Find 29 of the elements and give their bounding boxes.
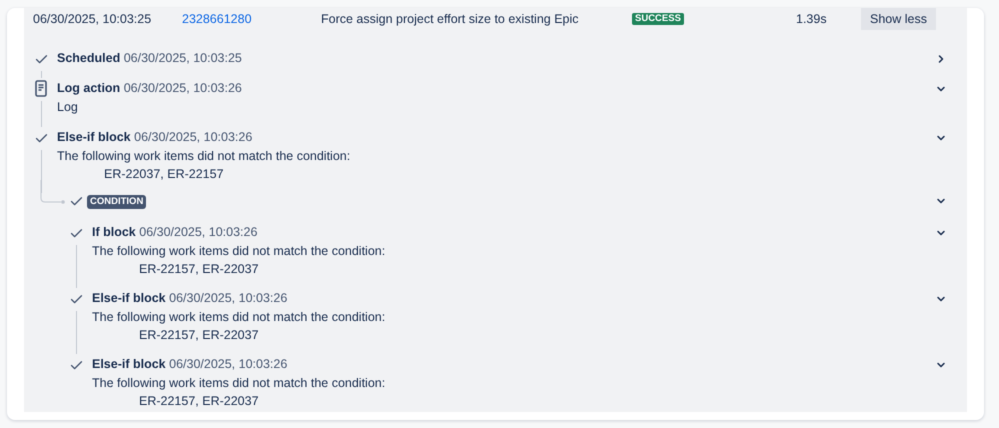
step-message: The following work items did not match the condition: [57,148,350,165]
step-time: 06/30/2025, 10:03:26 [169,357,288,371]
rule-name: Force assign project effort size to existing Epic [321,10,580,28]
document-icon [35,80,47,97]
step-title: Else-if block [57,130,131,144]
run-duration: 1.39s [796,10,828,28]
step-message: The following work items did not match the condition: [92,375,386,392]
condition-badge: CONDITION [87,195,146,209]
step-title: Else-if block [92,357,166,371]
step-time: 06/30/2025, 10:03:26 [169,291,288,305]
run-date: 06/30/2025, 10:03:25 [32,10,152,28]
work-item-keys: ER-22157, ER-22037 [92,261,259,278]
step-title: If block [92,225,136,239]
step-message: The following work items did not match the condition: [92,243,386,260]
step-title: Scheduled [57,51,120,65]
work-item-keys: ER-22157, ER-22037 [92,393,259,410]
show-less-button[interactable]: Show less [861,8,936,30]
step-time: 06/30/2025, 10:03:25 [124,51,242,65]
run-id-link[interactable]: 2328661280 [182,10,321,28]
step-time: 06/30/2025, 10:03:26 [134,130,252,144]
step-time: 06/30/2025, 10:03:26 [124,81,242,95]
status-badge: SUCCESS [632,13,684,25]
work-item-keys: ER-22037, ER-22157 [57,166,224,183]
step-title: Log action [57,81,120,95]
step-time: 06/30/2025, 10:03:26 [139,225,258,239]
work-item-keys: ER-22157, ER-22037 [92,327,259,344]
step-message: Log [57,99,78,116]
step-message: The following work items did not match the condition: [92,309,386,326]
step-title: Else-if block [92,291,166,305]
